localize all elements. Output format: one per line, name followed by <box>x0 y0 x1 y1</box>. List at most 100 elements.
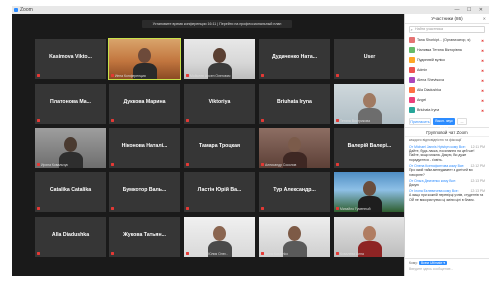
video-tile[interactable]: Тур Александр... <box>259 172 330 212</box>
video-tile[interactable]: Viktoriya <box>184 84 255 124</box>
muted-mic-icon[interactable]: ✖ <box>481 79 484 83</box>
muted-mic-icon <box>261 207 264 210</box>
message-time: 12:11 PM <box>470 145 485 149</box>
muted-mic-icon[interactable]: ✖ <box>481 69 484 73</box>
participant-name: Briuhata Iryna <box>277 99 312 105</box>
muted-mic-icon[interactable]: ✖ <box>481 109 484 113</box>
person-head <box>363 181 376 196</box>
mute-all-button[interactable]: Выкл. звук всем <box>433 118 455 130</box>
video-tile[interactable]: Alla Diadushka <box>35 217 106 257</box>
message-text: А якщо при кожній перевірці учнів, студе… <box>409 193 484 202</box>
muted-mic-icon <box>111 207 114 210</box>
participant-item[interactable]: Alena Shevtsova ✖ <box>408 75 486 85</box>
camera-feed <box>259 217 330 257</box>
video-tile[interactable]: Ковалева Анна <box>334 217 405 257</box>
participant-item[interactable]: Angel ✖ <box>408 95 486 105</box>
muted-mic-icon <box>261 252 264 255</box>
participants-title: Участники (86) <box>431 16 463 21</box>
close-icon[interactable]: ✕ <box>483 14 486 24</box>
tile-caption: Ирина Ковальчук <box>41 163 68 167</box>
video-tile[interactable]: Briuhata Iryna <box>259 84 330 124</box>
muted-mic-icon[interactable]: ✖ <box>481 39 484 43</box>
video-tile[interactable]: Бумкотор Валь... <box>109 172 180 212</box>
video-tile[interactable]: Kasimova Vikto... <box>35 39 106 79</box>
muted-mic-icon <box>111 252 114 255</box>
person-head <box>288 137 301 152</box>
person-head <box>138 48 151 63</box>
message-sender: От Michael Jannis Hyisbyn кому Все: 12:11… <box>409 145 485 149</box>
participant-item[interactable]: Briuhata Iryna ✖ <box>408 105 486 115</box>
conference-time-notice[interactable]: Установите время конференции 16:11 | Пер… <box>142 20 292 28</box>
video-tile[interactable]: Жукова Татьян... <box>109 217 180 257</box>
muted-mic-icon <box>186 74 189 77</box>
participant-name: Viktoriya <box>208 99 231 105</box>
video-tile[interactable]: Михайло Гуменный <box>334 172 405 212</box>
video-tile[interactable]: Валерій Валері... <box>334 128 405 168</box>
participant-name: Ніконова Наталі... <box>121 143 168 149</box>
participant-name: Тур Александр... <box>273 187 316 193</box>
video-tile[interactable]: Платонова Ма... <box>35 84 106 124</box>
avatar <box>409 47 415 53</box>
avatar <box>409 87 415 93</box>
avatar <box>409 97 415 103</box>
video-tile[interactable]: User <box>334 39 405 79</box>
video-tile[interactable]: Дуккова Марина <box>109 84 180 124</box>
muted-mic-icon[interactable]: ✖ <box>481 99 484 103</box>
invite-button[interactable]: Пригласить <box>409 118 431 125</box>
video-tile[interactable]: Романенко Юлия Олег... <box>184 217 255 257</box>
person-head <box>213 48 226 63</box>
avatar <box>409 107 415 113</box>
participant-list: Tana Shorkipt... (Организатор, я) ✖ Наливк… <box>405 35 489 115</box>
participant-name: Валерій Валері... <box>347 143 392 149</box>
video-tile[interactable]: Ніконова Наталі... <box>109 128 180 168</box>
muted-mic-icon <box>37 163 40 166</box>
video-tile[interactable]: Александр Соколов <box>259 128 330 168</box>
participant-item[interactable]: Tana Shorkipt... (Организатор, я) ✖ <box>408 35 486 45</box>
muted-mic-icon <box>111 74 114 77</box>
video-tile[interactable]: Ирина Ковальчук <box>35 128 106 168</box>
more-button[interactable]: ... <box>457 118 467 125</box>
zoom-app-icon <box>14 8 18 12</box>
window-controls[interactable]: — ☐ ✕ <box>455 6 486 14</box>
participant-name: Admin <box>417 68 428 72</box>
muted-mic-icon[interactable]: ✖ <box>481 59 484 63</box>
chat-message-input[interactable]: Введите здесь сообщение... <box>405 265 489 273</box>
recipient-select[interactable]: Всем Ultimate ▾ <box>418 261 448 265</box>
video-tile[interactable]: Инна Конференция <box>108 38 181 80</box>
video-tile[interactable]: Тамара Троцкая <box>184 128 255 168</box>
participant-name: Catalika Catalika <box>49 187 92 193</box>
muted-mic-icon <box>261 74 264 77</box>
video-tile[interactable]: Anna Kostenko <box>259 217 330 257</box>
muted-mic-icon[interactable]: ✖ <box>481 49 484 53</box>
tile-caption: Мойсеев Арсен Олегович <box>190 74 231 78</box>
participant-name: Kasimova Vikto... <box>49 54 92 60</box>
video-tile[interactable]: Мойсеев Арсен Олегович <box>184 39 255 79</box>
muted-mic-icon <box>37 252 40 255</box>
participant-name: Angel <box>417 98 427 102</box>
participant-search-input[interactable]: Найти участника <box>409 26 485 33</box>
participant-item[interactable]: Наливка Тетяна Вікторівна ✖ <box>408 45 486 55</box>
person-head <box>64 137 77 152</box>
participant-name: Briuhata Iryna <box>417 108 440 112</box>
message-text: Дайте, будь ласка, посилання на цей чат!… <box>409 149 475 162</box>
tile-caption: Тетяна Вострикова <box>340 119 370 123</box>
participant-item[interactable]: Alla Diadushka ✖ <box>408 85 486 95</box>
sender-name: От Олена Ксенофонтова кому Все: <box>409 164 465 169</box>
muted-mic-icon[interactable]: ✖ <box>481 89 484 93</box>
video-tile[interactable]: Ластін Юрій Ва... <box>184 172 255 212</box>
participant-name: User <box>363 54 376 60</box>
participant-item[interactable]: Admin ✖ <box>408 65 486 75</box>
video-tile[interactable]: Дудаченко Ната... <box>259 39 330 79</box>
chat-subtitle: каждого відповідністю та фіксації <box>409 138 462 142</box>
muted-mic-icon <box>336 74 339 77</box>
message-time: 12:13 PM <box>470 189 485 194</box>
avatar <box>409 37 415 43</box>
muted-mic-icon <box>336 163 339 166</box>
muted-mic-icon <box>111 119 114 122</box>
video-tile[interactable]: Catalika Catalika <box>35 172 106 212</box>
camera-feed <box>334 172 405 212</box>
participant-item[interactable]: Пудинєвій вуліко ✖ <box>408 55 486 65</box>
to-label: Кому: <box>409 261 418 265</box>
person-head <box>363 93 376 108</box>
video-tile[interactable]: Тетяна Вострикова <box>334 84 405 124</box>
